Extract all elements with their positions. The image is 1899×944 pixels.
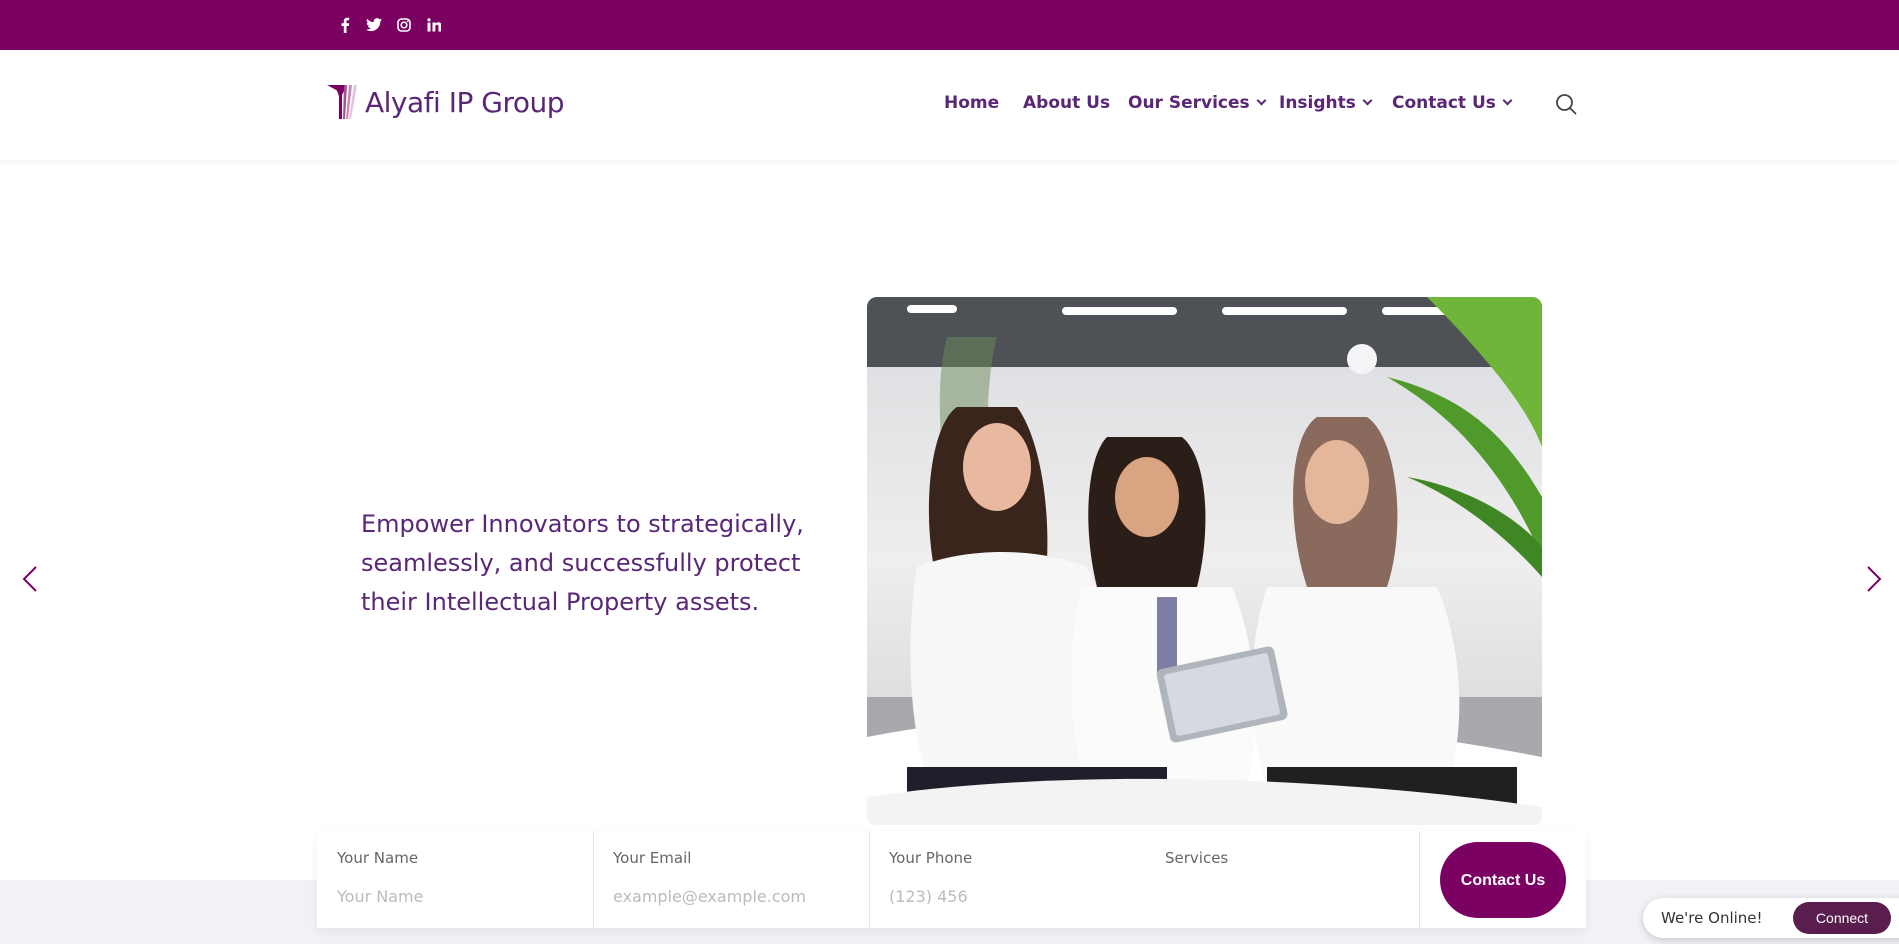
phone-label: Your Phone — [889, 849, 973, 867]
brand-logo-mark — [327, 85, 357, 119]
chevron-down-icon — [1502, 95, 1513, 106]
nav-item-about-us[interactable]: About Us — [1023, 93, 1110, 113]
top-bar — [0, 0, 1899, 50]
carousel-prev-button[interactable] — [17, 565, 45, 593]
site-header: Alyafi IP Group Home About Us Our Servic… — [0, 50, 1899, 160]
hero-photo — [867, 297, 1542, 825]
nav-item-label: Insights — [1279, 93, 1356, 113]
nav-item-home[interactable]: Home — [944, 93, 999, 113]
nav-item-label: Contact Us — [1392, 93, 1496, 113]
nav-item-insights[interactable]: Insights — [1279, 93, 1373, 113]
email-input[interactable] — [613, 881, 833, 911]
email-field: Your Email — [593, 831, 869, 928]
chevron-left-icon — [22, 566, 37, 592]
nav-item-label: Our Services — [1128, 93, 1250, 113]
services-label: Services — [1165, 849, 1229, 867]
chat-widget: We're Online! Connect — [1643, 898, 1899, 938]
nav-item-our-services[interactable]: Our Services — [1128, 93, 1267, 113]
chat-status: We're Online! — [1661, 909, 1763, 927]
contact-us-submit-button[interactable]: Contact Us — [1440, 842, 1566, 918]
brand-logo[interactable]: Alyafi IP Group — [327, 85, 565, 119]
name-input[interactable] — [337, 881, 557, 911]
chevron-right-icon — [1867, 566, 1882, 592]
phone-field: Your Phone — [869, 831, 1145, 928]
linkedin-icon[interactable] — [423, 14, 445, 36]
name-field: Your Name — [317, 831, 593, 928]
phone-input[interactable] — [889, 881, 1109, 911]
nav-item-label: About Us — [1023, 93, 1111, 113]
field-divider — [1419, 831, 1420, 928]
brand-name: Alyafi IP Group — [365, 86, 565, 119]
facebook-icon[interactable] — [334, 14, 356, 36]
email-label: Your Email — [613, 849, 692, 867]
carousel-next-button[interactable] — [1859, 565, 1887, 593]
hero-tagline: Empower Innovators to strategically, sea… — [361, 510, 804, 616]
instagram-icon[interactable] — [393, 14, 415, 36]
contact-form: Your Name Your Email Your Phone Services — [317, 831, 1586, 928]
name-label: Your Name — [337, 849, 419, 867]
chevron-down-icon — [1362, 95, 1373, 106]
chevron-down-icon — [1256, 95, 1267, 106]
chat-connect-button[interactable]: Connect — [1793, 902, 1891, 934]
nav-item-contact-us[interactable]: Contact Us — [1392, 93, 1513, 113]
search-icon[interactable] — [1555, 93, 1577, 115]
services-field[interactable]: Services — [1145, 831, 1419, 928]
nav-item-label: Home — [944, 93, 1000, 113]
twitter-icon[interactable] — [363, 14, 385, 36]
